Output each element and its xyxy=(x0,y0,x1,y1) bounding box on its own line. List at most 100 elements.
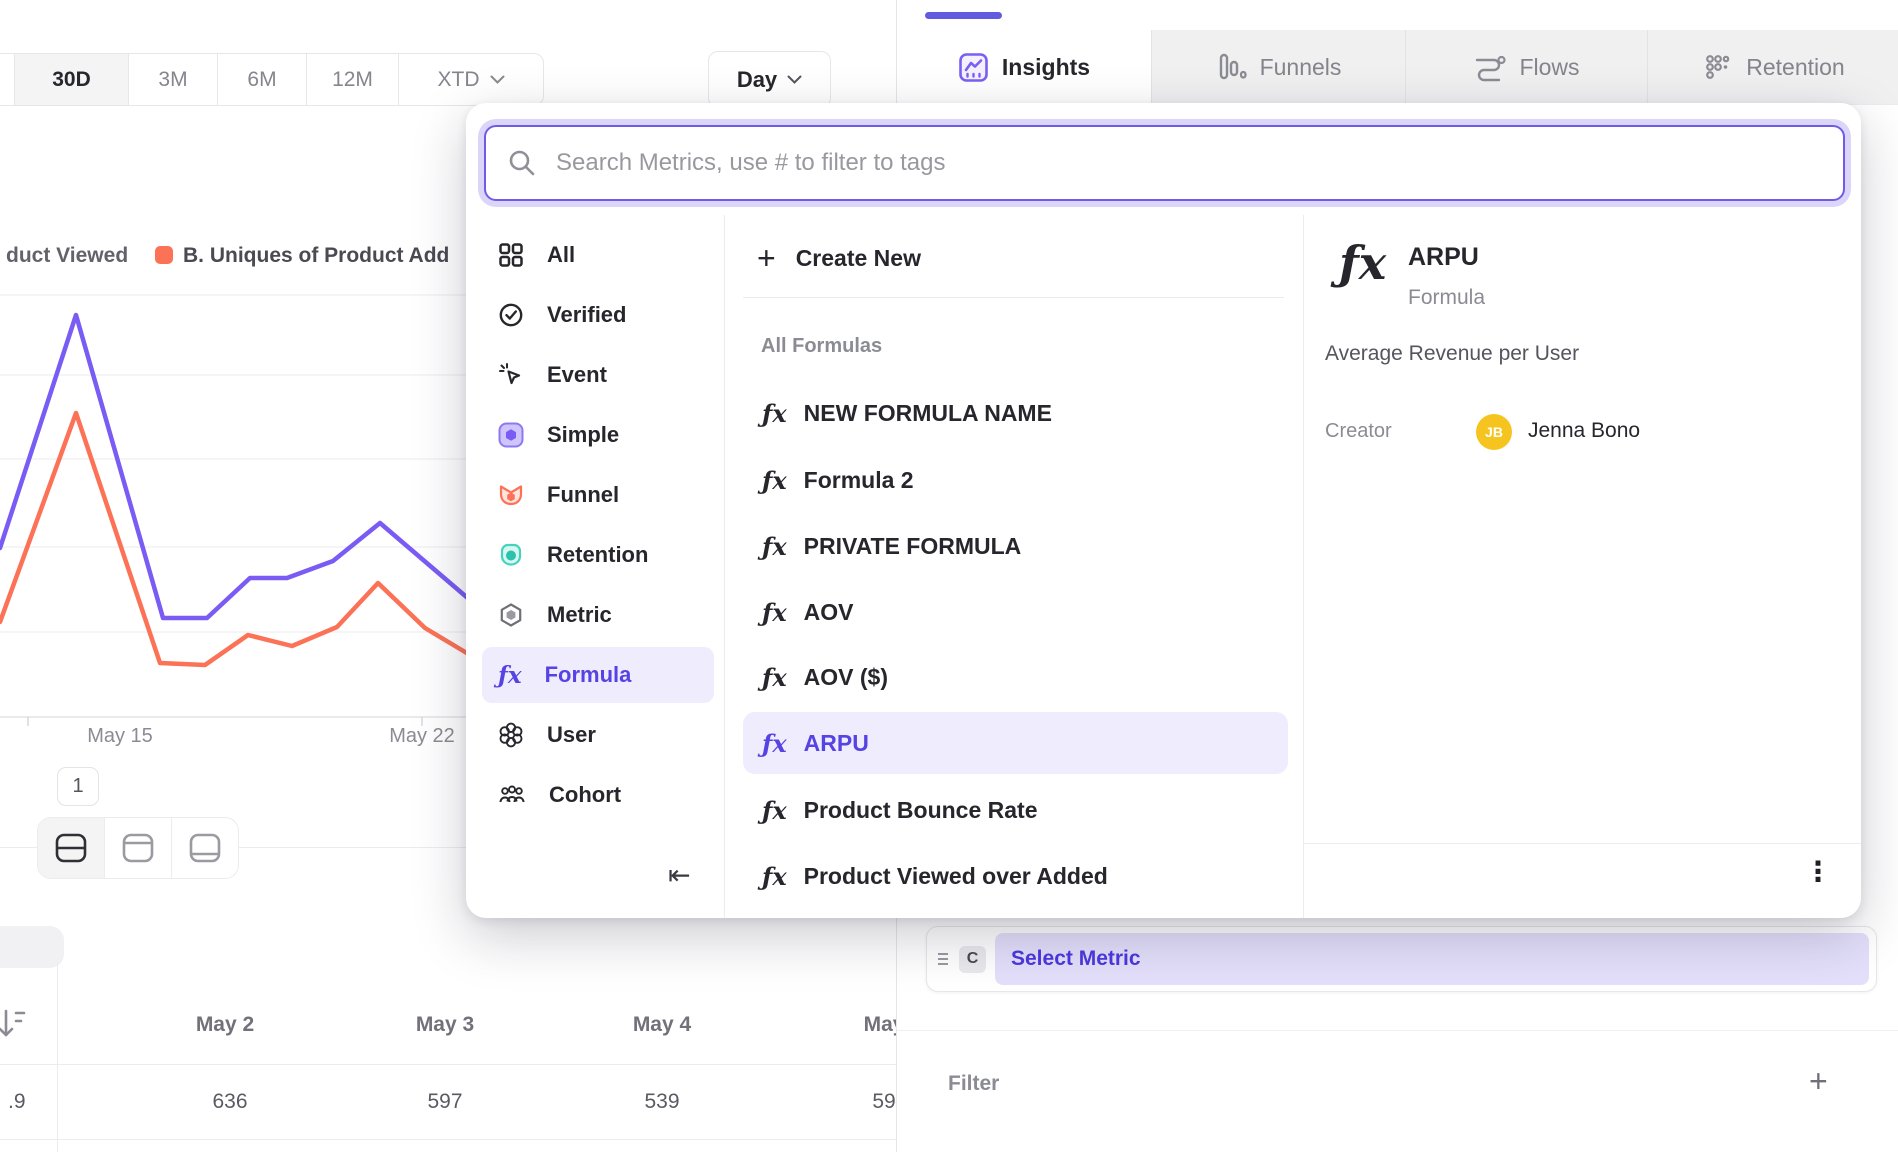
filter-section-label: Filter xyxy=(948,1072,999,1096)
formula-item-label: Product Bounce Rate xyxy=(804,797,1038,824)
legend-item-a-label[interactable]: duct Viewed xyxy=(6,244,128,268)
retention-shape-icon xyxy=(498,542,524,568)
time-range-3m[interactable]: 3M xyxy=(128,53,218,106)
x-axis-label-may22: May 22 xyxy=(389,725,455,748)
time-range-segmented-control: 30D 3M 6M 12M XTD xyxy=(0,53,544,106)
chevron-down-icon xyxy=(787,75,802,85)
formula-fx-icon: ƒx xyxy=(762,796,787,825)
filter-divider xyxy=(897,1030,1898,1031)
formula-item-selected[interactable]: ƒx ARPU xyxy=(743,712,1288,774)
formula-fx-icon: ƒx xyxy=(498,662,522,689)
legend-item-b-label[interactable]: B. Uniques of Product Add xyxy=(183,244,449,268)
formulas-section-label: All Formulas xyxy=(761,335,882,358)
kebab-menu-icon[interactable]: ⋮ xyxy=(1804,855,1832,888)
metric-picker-dropdown: All Verified Event Simple xyxy=(466,103,1861,918)
formula-fx-icon: ƒx xyxy=(762,729,787,758)
collapse-sidebar-icon[interactable]: ⇤ xyxy=(668,860,691,891)
time-range-xtd[interactable]: XTD xyxy=(398,53,544,106)
formula-item-label: Formula 2 xyxy=(804,467,914,494)
layout-toggle-group xyxy=(37,817,239,879)
split-rows-icon xyxy=(54,832,88,864)
cursor-click-icon xyxy=(498,362,524,388)
table-header-may4[interactable]: May 4 xyxy=(633,1013,691,1037)
table-row-divider xyxy=(0,1139,896,1140)
sidebar-divider xyxy=(724,215,725,918)
legend-swatch-orange xyxy=(155,246,173,264)
search-icon xyxy=(508,149,536,177)
create-new-button[interactable]: + Create New xyxy=(743,230,1288,286)
grid-icon xyxy=(498,242,524,268)
create-new-label: Create New xyxy=(796,245,921,272)
line-chart[interactable] xyxy=(0,280,470,750)
formula-item-label: ARPU xyxy=(804,730,869,757)
app-window: 30D 3M 6M 12M XTD Day duct Viewed B. Uni… xyxy=(0,0,1898,1152)
layout-top-panel-button[interactable] xyxy=(104,818,171,878)
time-range-12m[interactable]: 12M xyxy=(306,53,399,106)
layout-bottom-panel-button[interactable] xyxy=(171,818,238,878)
category-event[interactable]: Event xyxy=(482,347,714,403)
table-header-may3[interactable]: May 3 xyxy=(416,1013,474,1037)
category-retention[interactable]: Retention xyxy=(482,527,714,583)
user-flower-icon xyxy=(498,722,524,748)
drag-handle-icon[interactable] xyxy=(936,951,950,967)
table-cell: 539 xyxy=(644,1090,679,1114)
formula-item[interactable]: ƒx Product Bounce Rate xyxy=(743,779,1288,841)
detail-metric-name: ARPU xyxy=(1408,243,1479,272)
chart-gridlines xyxy=(0,295,470,632)
metric-search-input[interactable] xyxy=(554,148,1843,178)
tab-flows-label: Flows xyxy=(1519,54,1579,81)
add-filter-button[interactable]: + xyxy=(1809,1063,1828,1100)
category-formula[interactable]: ƒx Formula xyxy=(482,647,714,703)
detail-metric-type: Formula xyxy=(1408,286,1485,310)
category-label: All xyxy=(547,242,575,268)
category-verified[interactable]: Verified xyxy=(482,287,714,343)
time-range-partial[interactable] xyxy=(0,53,15,106)
formula-item[interactable]: ƒx NEW FORMULA NAME xyxy=(743,382,1288,444)
breakdown-tab[interactable] xyxy=(0,926,64,968)
funnel-shield-icon xyxy=(498,482,524,508)
creator-name: Jenna Bono xyxy=(1528,419,1640,443)
page-number-box[interactable]: 1 xyxy=(57,767,99,806)
creator-avatar: JB xyxy=(1476,414,1512,450)
category-cohort[interactable]: Cohort xyxy=(482,767,714,823)
funnel-bars-icon xyxy=(1217,52,1247,82)
formula-item[interactable]: ƒx AOV xyxy=(743,581,1288,643)
create-new-divider xyxy=(743,297,1284,298)
time-range-6m[interactable]: 6M xyxy=(217,53,307,106)
category-funnel[interactable]: Funnel xyxy=(482,467,714,523)
table-header-may2[interactable]: May 2 xyxy=(196,1013,254,1037)
table-column-divider xyxy=(57,963,58,1152)
formula-item-label: AOV ($) xyxy=(804,664,888,691)
time-range-30d[interactable]: 30D xyxy=(14,53,129,106)
tab-insights-label: Insights xyxy=(1002,54,1090,81)
formula-item[interactable]: ƒx Product Viewed over Added xyxy=(743,845,1288,907)
sort-icon[interactable] xyxy=(0,1005,28,1043)
category-label: Cohort xyxy=(549,782,621,808)
category-metric[interactable]: Metric xyxy=(482,587,714,643)
formula-item-label: Product Viewed over Added xyxy=(804,863,1108,890)
detail-description: Average Revenue per User xyxy=(1325,342,1579,366)
category-all[interactable]: All xyxy=(482,227,714,283)
formula-fx-icon: ƒx xyxy=(762,598,787,627)
tab-insights[interactable]: Insights xyxy=(897,30,1151,104)
category-user[interactable]: User xyxy=(482,707,714,763)
category-simple[interactable]: Simple xyxy=(482,407,714,463)
tab-flows[interactable]: Flows xyxy=(1405,30,1648,104)
time-range-xtd-label: XTD xyxy=(438,68,480,92)
formula-fx-icon-large: ƒx xyxy=(1339,236,1386,290)
metric-hexagon-icon xyxy=(498,602,524,628)
plus-icon: + xyxy=(757,242,776,274)
formula-item[interactable]: ƒx AOV ($) xyxy=(743,646,1288,708)
tab-retention[interactable]: Retention xyxy=(1647,30,1898,104)
verified-badge-icon xyxy=(498,302,524,328)
granularity-button[interactable]: Day xyxy=(708,51,831,108)
select-metric-button[interactable]: Select Metric xyxy=(995,933,1869,985)
formula-item[interactable]: ƒx Formula 2 xyxy=(743,449,1288,511)
retention-dots-icon xyxy=(1703,52,1733,82)
category-label: Retention xyxy=(547,542,648,568)
chevron-down-icon xyxy=(490,75,505,85)
formula-item[interactable]: ƒx PRIVATE FORMULA xyxy=(743,515,1288,577)
layout-split-rows-button[interactable] xyxy=(38,818,104,878)
category-label: Formula xyxy=(545,662,632,688)
tab-funnels[interactable]: Funnels xyxy=(1151,30,1406,104)
